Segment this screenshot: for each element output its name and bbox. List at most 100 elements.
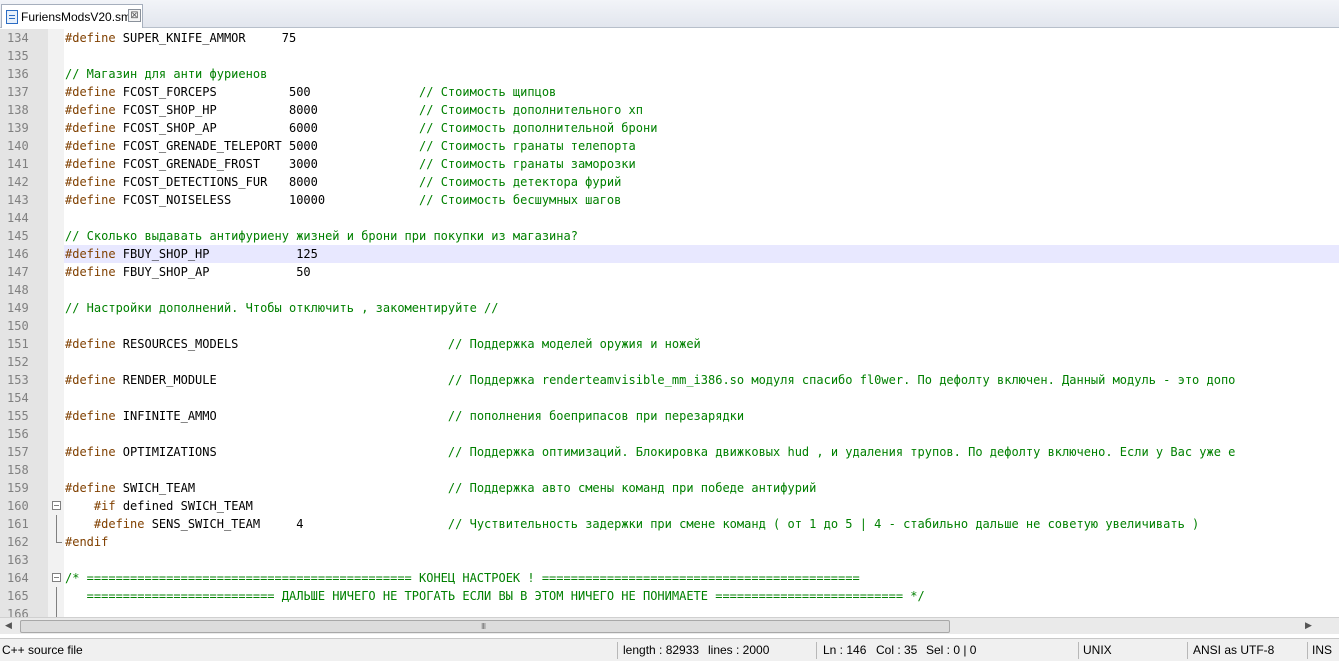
close-icon[interactable]: ⊠ <box>128 9 141 22</box>
fold-margin <box>48 299 64 317</box>
line-number: 137 <box>0 83 48 101</box>
fold-margin <box>48 155 64 173</box>
fold-guide <box>56 605 57 617</box>
fold-margin <box>48 317 64 335</box>
fold-margin <box>48 173 64 191</box>
code-line[interactable]: 164 /* ==================================… <box>0 569 1339 587</box>
scrollbar-thumb[interactable]: III <box>20 620 950 633</box>
code-line[interactable]: 162 #endif <box>0 533 1339 551</box>
fold-margin <box>48 29 64 47</box>
code-line[interactable]: 150 <box>0 317 1339 335</box>
code-line[interactable]: 139 #define FCOST_SHOP_AP 6000 // Стоимос… <box>0 119 1339 137</box>
fold-margin <box>48 389 64 407</box>
line-number: 158 <box>0 461 48 479</box>
line-number: 165 <box>0 587 48 605</box>
code-line[interactable]: 166 <box>0 605 1339 617</box>
line-number: 150 <box>0 317 48 335</box>
code-line[interactable]: 149 // Настройки дополнений. Чтобы отключ… <box>0 299 1339 317</box>
code-text: ========================== ДАЛЬШЕ НИЧЕГО… <box>65 589 925 603</box>
fold-margin <box>48 479 64 497</box>
fold-collapse-icon[interactable] <box>52 501 61 510</box>
code-line[interactable]: 138 #define FCOST_SHOP_HP 8000 // Стоимос… <box>0 101 1339 119</box>
status-ln: Ln : 146 <box>823 643 867 657</box>
line-number: 136 <box>0 65 48 83</box>
line-number: 153 <box>0 371 48 389</box>
code-line[interactable]: 135 <box>0 47 1339 65</box>
code-line[interactable]: 145 // Сколько выдавать антифуриену жизне… <box>0 227 1339 245</box>
line-number: 148 <box>0 281 48 299</box>
scrollbar-grip: III <box>481 622 486 631</box>
line-number: 166 <box>0 605 48 617</box>
code-line[interactable]: 140 #define FCOST_GRENADE_TELEPORT 5000 /… <box>0 137 1339 155</box>
line-number: 151 <box>0 335 48 353</box>
code-line[interactable]: 152 <box>0 353 1339 371</box>
horizontal-scrollbar[interactable]: ◀ III ▶ <box>0 617 1339 634</box>
code-line[interactable]: 165 ========================== ДАЛЬШЕ НИ… <box>0 587 1339 605</box>
code-line[interactable]: 143 #define FCOST_NOISELESS 10000 // Стои… <box>0 191 1339 209</box>
code-line[interactable]: 141 #define FCOST_GRENADE_FROST 3000 // С… <box>0 155 1339 173</box>
scrollbar-corner <box>1319 619 1339 634</box>
code-line[interactable]: 147 #define FBUY_SHOP_AP 50 <box>0 263 1339 281</box>
fold-collapse-icon[interactable] <box>52 573 61 582</box>
code-text: #define SENS_SWICH_TEAM 4 // Чуствительн… <box>93 517 1200 531</box>
code-line[interactable]: 134 #define SUPER_KNIFE_AMMOR 75 <box>0 29 1339 47</box>
status-bar: C++ source file length : 82933 lines : 2… <box>0 638 1339 661</box>
fold-margin <box>48 425 64 443</box>
code-line[interactable]: 142 #define FCOST_DETECTIONS_FUR 8000 // … <box>0 173 1339 191</box>
line-number: 138 <box>0 101 48 119</box>
code-line[interactable]: 146 #define FBUY_SHOP_HP 125 <box>0 245 1339 263</box>
code-line[interactable]: 158 <box>0 461 1339 479</box>
code-text: #define FCOST_GRENADE_TELEPORT 5000 // С… <box>65 139 636 153</box>
fold-margin <box>48 227 64 245</box>
line-number: 146 <box>0 245 48 263</box>
code-line[interactable]: 151 #define RESOURCES_MODELS // Поддержка… <box>0 335 1339 353</box>
code-line[interactable]: 136 // Магазин для анти фуриенов <box>0 65 1339 83</box>
code-text: #define RESOURCES_MODELS // Поддержка мо… <box>65 337 701 351</box>
line-number: 141 <box>0 155 48 173</box>
code-line[interactable]: 153 #define RENDER_MODULE // Поддержка re… <box>0 371 1339 389</box>
fold-guide <box>56 515 57 533</box>
code-text: #define FCOST_DETECTIONS_FUR 8000 // Сто… <box>65 175 622 189</box>
code-line[interactable]: 154 <box>0 389 1339 407</box>
code-text: #define FCOST_FORCEPS 500 // Стоимость щ… <box>65 85 557 99</box>
file-icon <box>6 9 18 24</box>
line-number: 160 <box>0 497 48 515</box>
line-number: 162 <box>0 533 48 551</box>
code-editor[interactable]: 134 #define SUPER_KNIFE_AMMOR 75 135 136 // … <box>0 29 1339 617</box>
code-text: #define RENDER_MODULE // Поддержка rende… <box>65 373 1236 387</box>
fold-margin <box>48 137 64 155</box>
code-text: #define FBUY_SHOP_AP 50 <box>65 265 311 279</box>
fold-guide <box>56 587 57 605</box>
fold-margin <box>48 209 64 227</box>
code-text: #define FBUY_SHOP_HP 125 <box>65 247 318 261</box>
fold-margin <box>48 101 64 119</box>
fold-margin <box>48 245 64 263</box>
fold-margin <box>48 551 64 569</box>
code-line[interactable]: 160 #if defined SWICH_TEAM <box>0 497 1339 515</box>
line-number: 143 <box>0 191 48 209</box>
code-line[interactable]: 163 <box>0 551 1339 569</box>
code-text: #define SWICH_TEAM // Поддержка авто сме… <box>65 481 817 495</box>
status-divider <box>1078 642 1079 659</box>
code-line[interactable]: 144 <box>0 209 1339 227</box>
code-line[interactable]: 159 #define SWICH_TEAM // Поддержка авто … <box>0 479 1339 497</box>
fold-margin <box>48 47 64 65</box>
code-line[interactable]: 156 <box>0 425 1339 443</box>
code-line[interactable]: 161 #define SENS_SWICH_TEAM 4 // Чуствит… <box>0 515 1339 533</box>
fold-end-marker <box>56 533 62 543</box>
file-tab[interactable]: FuriensModsV20.sma ⊠ <box>1 4 143 28</box>
code-line[interactable]: 148 <box>0 281 1339 299</box>
status-divider <box>1307 642 1308 659</box>
code-line[interactable]: 137 #define FCOST_FORCEPS 500 // Стоимост… <box>0 83 1339 101</box>
scroll-left-arrow-icon[interactable]: ◀ <box>0 619 17 634</box>
line-number: 135 <box>0 47 48 65</box>
code-line[interactable]: 157 #define OPTIMIZATIONS // Поддержка оп… <box>0 443 1339 461</box>
fold-margin <box>48 587 64 605</box>
code-text: #define FCOST_SHOP_AP 6000 // Стоимость … <box>65 121 658 135</box>
line-number: 147 <box>0 263 48 281</box>
code-text: #define OPTIMIZATIONS // Поддержка оптим… <box>65 445 1236 459</box>
line-number: 163 <box>0 551 48 569</box>
scroll-right-arrow-icon[interactable]: ▶ <box>1300 619 1317 634</box>
line-number: 152 <box>0 353 48 371</box>
code-line[interactable]: 155 #define INFINITE_AMMO // пополнения б… <box>0 407 1339 425</box>
